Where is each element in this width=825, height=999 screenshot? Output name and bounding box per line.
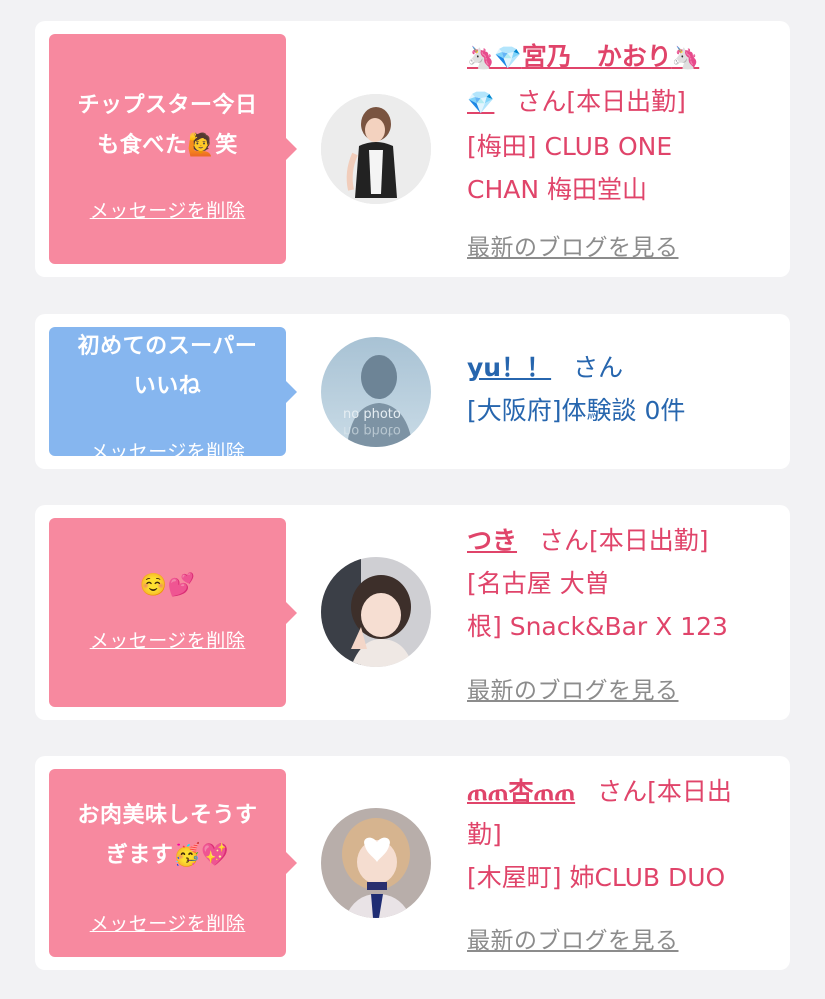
message-bubble: お肉美味しそうす ぎます🥳💖 メッセージを削除 xyxy=(49,769,297,957)
profile-name-link[interactable]: yu！！ xyxy=(467,353,551,382)
no-photo-label: no photo xyxy=(343,407,401,422)
list-item: チップスター今日 も食べた🙋笑 メッセージを削除 🦄💎宮乃 かおり🦄 💎 さん[本… xyxy=(35,21,790,277)
message-bubble: ☺️💕 メッセージを削除 xyxy=(49,518,297,707)
delete-message-link[interactable]: メッセージを削除 xyxy=(49,196,286,223)
honorific: さん xyxy=(539,526,590,555)
message-bubble: チップスター今日 も食べた🙋笑 メッセージを削除 xyxy=(49,34,297,264)
delete-message-link[interactable]: メッセージを削除 xyxy=(49,626,286,653)
avatar[interactable]: no photo no photo xyxy=(321,337,431,447)
delete-message-link[interactable]: メッセージを削除 xyxy=(49,909,286,936)
avatar-photo xyxy=(321,94,431,204)
avatar-photo xyxy=(321,557,431,667)
profile-info: ጠጠ杏ጠጠ さん[本日出 勤] [木屋町] 姉CLUB DUO xyxy=(467,770,779,899)
honorific: さん xyxy=(516,87,567,116)
status-text: [本日出勤] xyxy=(589,526,709,555)
latest-blog-link[interactable]: 最新のブログを見る xyxy=(467,671,679,705)
profile-info: yu！！ さん [大阪府]体験談 0件 xyxy=(467,346,779,432)
avatar-photo xyxy=(321,808,431,918)
super-like-list: チップスター今日 も食べた🙋笑 メッセージを削除 🦄💎宮乃 かおり🦄 💎 さん[本… xyxy=(0,0,825,999)
message-text: 初めてのスーパー いいね xyxy=(77,334,258,399)
review-count-text: [大阪府]体験談 0件 xyxy=(467,396,686,425)
shop-name: [木屋町] 姉CLUB DUO xyxy=(467,863,726,892)
shop-name: [名古屋 大曽 根] Snack&Bar X 123 xyxy=(467,569,728,641)
profile-name-link[interactable]: ጠጠ杏ጠጠ xyxy=(467,777,575,806)
avatar[interactable] xyxy=(321,557,431,667)
delete-message-link[interactable]: メッセージを削除 xyxy=(49,437,286,464)
latest-blog-link[interactable]: 最新のブログを見る xyxy=(467,228,679,262)
profile-name-link[interactable]: つき xyxy=(467,526,517,555)
message-text: チップスター今日 も食べた🙋笑 xyxy=(77,93,258,158)
shop-name: [梅田] CLUB ONE CHAN 梅田堂山 xyxy=(467,132,673,204)
avatar[interactable] xyxy=(321,808,431,918)
list-item: 初めてのスーパー いいね メッセージを削除 no photo no photo xyxy=(35,314,790,469)
avatar[interactable] xyxy=(321,94,431,204)
profile-info: つき さん[本日出勤] [名古屋 大曽 根] Snack&Bar X 123 xyxy=(467,519,779,648)
message-text: お肉美味しそうす ぎます🥳💖 xyxy=(77,803,258,868)
profile-name-link[interactable]: 🦄💎宮乃 かおり🦄 xyxy=(467,42,699,71)
honorific: さん xyxy=(597,777,648,806)
message-bubble: 初めてのスーパー いいね メッセージを削除 xyxy=(49,327,297,463)
list-item: ☺️💕 メッセージを削除 つき さん[本日出勤] [名古屋 大曽 根] Snack… xyxy=(35,505,790,720)
honorific: さん xyxy=(573,353,624,382)
status-text: [本日出勤] xyxy=(566,87,686,116)
message-text: ☺️💕 xyxy=(139,573,196,598)
diamond-icon: 💎 xyxy=(467,91,495,116)
no-photo-reflection: no photo xyxy=(343,423,401,438)
profile-info: 🦄💎宮乃 かおり🦄 💎 さん[本日出勤] [梅田] CLUB ONE CHAN 梅… xyxy=(467,35,779,211)
list-item: お肉美味しそうす ぎます🥳💖 メッセージを削除 ጠጠ杏ጠጠ さん[本日出 勤] [木… xyxy=(35,756,790,970)
latest-blog-link[interactable]: 最新のブログを見る xyxy=(467,921,679,955)
